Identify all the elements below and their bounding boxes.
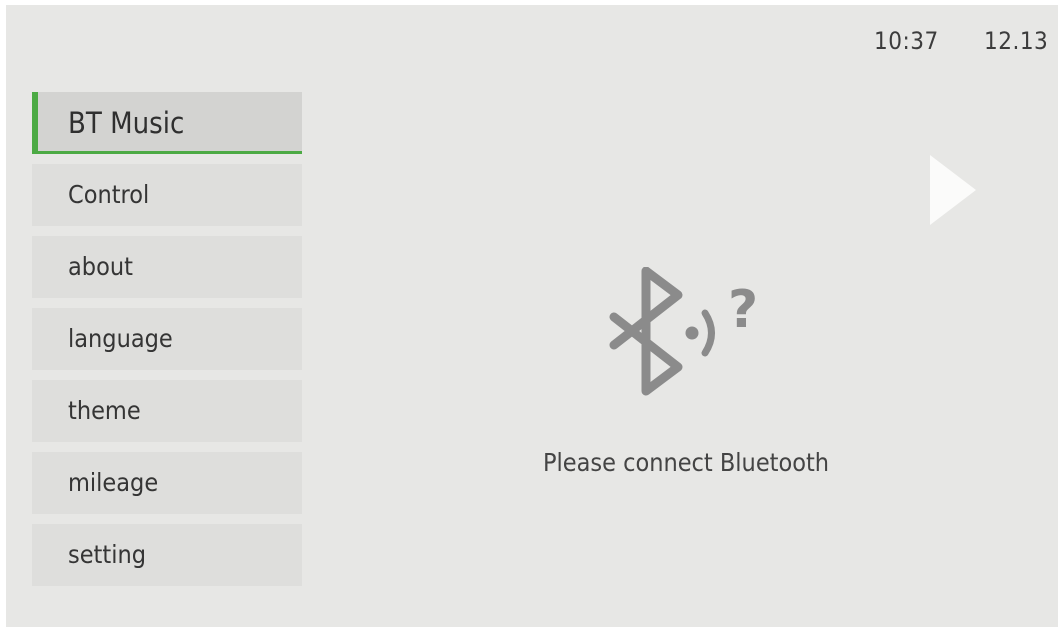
clock-time: 10:37 — [874, 27, 939, 55]
bt-music-screen: 10:37 12.13 BT Music Control about langu… — [6, 5, 1058, 627]
sidebar-item-about[interactable]: about — [32, 236, 302, 298]
sidebar-menu: BT Music Control about language theme mi… — [32, 92, 302, 596]
sidebar-item-language[interactable]: language — [32, 308, 302, 370]
date-display: 12.13 — [984, 27, 1049, 55]
connect-bluetooth-message: Please connect Bluetooth — [542, 448, 830, 477]
play-arrow-icon[interactable] — [930, 155, 976, 225]
sidebar-item-setting[interactable]: setting — [32, 524, 302, 586]
sidebar-item-theme[interactable]: theme — [32, 380, 302, 442]
bluetooth-searching-icon: ? — [609, 267, 758, 396]
sidebar-item-mileage[interactable]: mileage — [32, 452, 302, 514]
sidebar-item-control[interactable]: Control — [32, 164, 302, 226]
svg-text:?: ? — [728, 280, 758, 340]
sidebar-item-bt-music[interactable]: BT Music — [32, 92, 302, 154]
